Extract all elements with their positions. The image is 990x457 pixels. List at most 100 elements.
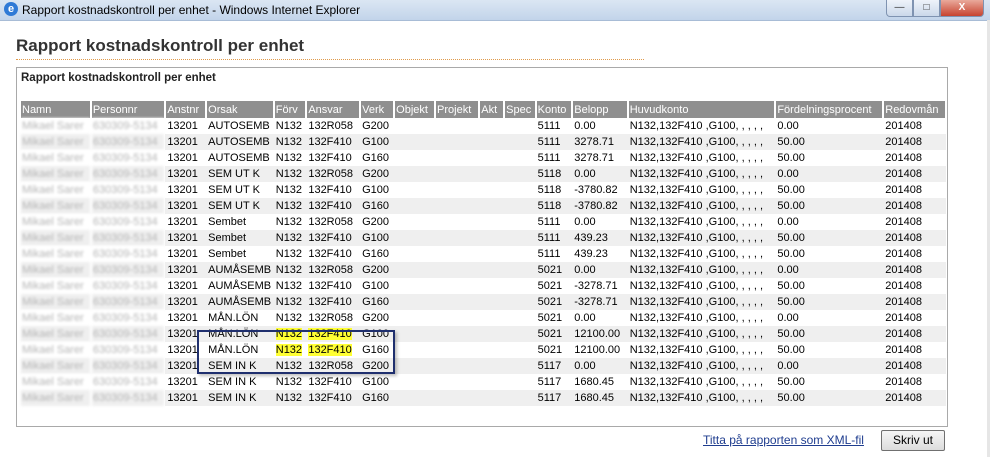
table-cell bbox=[435, 134, 480, 150]
table-cell bbox=[435, 326, 480, 342]
table-row: Mikael Sarer 630309-5134 13201 Sembet N132 13… bbox=[21, 214, 946, 230]
column-header: Anstnr bbox=[165, 101, 208, 118]
table-row: Mikael Sarer 630309-5134 13201 SEM UT K N132… bbox=[21, 198, 946, 214]
window-title: Rapport kostnadskontroll per enhet - Win… bbox=[22, 3, 361, 17]
table-cell: G200 bbox=[360, 262, 395, 278]
column-header: Förv bbox=[273, 101, 308, 118]
table-cell: SEM UT K bbox=[206, 182, 274, 198]
table-cell: 201408 bbox=[883, 326, 946, 342]
window-titlebar: e Rapport kostnadskontroll per enhet - W… bbox=[0, 0, 990, 21]
table-cell bbox=[479, 310, 505, 326]
table-cell bbox=[479, 150, 505, 166]
table-cell: 5111 bbox=[535, 230, 573, 246]
close-button[interactable]: X bbox=[940, 0, 984, 17]
table-cell: 0.00 bbox=[775, 310, 884, 326]
table-cell bbox=[394, 150, 436, 166]
table-cell bbox=[479, 278, 505, 294]
table-cell: 50.00 bbox=[775, 390, 884, 406]
table-cell: N132,132F410 ,G100, , , , , bbox=[627, 358, 776, 374]
table-cell: 201408 bbox=[883, 214, 946, 230]
table-cell: N132 bbox=[273, 342, 307, 358]
column-header: Verk bbox=[360, 101, 396, 118]
table-cell: 132R058 bbox=[306, 358, 361, 374]
table-cell: Mikael Sarer bbox=[21, 262, 91, 278]
table-cell: N132,132F410 ,G100, , , , , bbox=[627, 294, 776, 310]
column-header: Huvudkonto bbox=[627, 101, 777, 118]
maximize-button[interactable]: □ bbox=[913, 0, 940, 17]
highlighted-value: 132F410 bbox=[308, 328, 352, 340]
table-cell: 50.00 bbox=[775, 246, 884, 262]
table-cell: 3278.71 bbox=[572, 134, 628, 150]
table-cell: N132,132F410 ,G100, , , , , bbox=[627, 134, 776, 150]
table-cell: -3278.71 bbox=[572, 278, 628, 294]
table-cell: 630309-5134 bbox=[90, 182, 166, 198]
table-cell: Mikael Sarer bbox=[21, 198, 91, 214]
table-cell: 5117 bbox=[535, 358, 573, 374]
table-cell: 1680.45 bbox=[572, 390, 628, 406]
table-cell bbox=[479, 342, 505, 358]
column-header: Spec bbox=[504, 101, 537, 118]
table-cell bbox=[394, 246, 436, 262]
table-header-row: Namn Personnr Anstnr Orsak Förv Ansvar Verk Obj… bbox=[21, 101, 947, 118]
table-cell: 5021 bbox=[535, 310, 573, 326]
table-cell: SEM IN K bbox=[206, 358, 274, 374]
table-cell bbox=[394, 262, 436, 278]
table-cell bbox=[394, 374, 436, 390]
table-cell bbox=[435, 374, 480, 390]
table-row: Mikael Sarer 630309-5134 13201 SEM UT K N132… bbox=[21, 166, 946, 182]
minimize-button[interactable]: — bbox=[886, 0, 913, 17]
table-cell: G160 bbox=[360, 198, 395, 214]
xml-report-link[interactable]: Titta på rapporten som XML-fil bbox=[703, 433, 864, 447]
table-cell: N132 bbox=[273, 358, 307, 374]
table-cell: 201408 bbox=[883, 358, 946, 374]
table-cell bbox=[504, 214, 536, 230]
table-row: Mikael Sarer 630309-5134 13201 SEM IN K N132… bbox=[21, 358, 946, 374]
table-row: Mikael Sarer 630309-5134 13201 MÅN.LÖN N132 1… bbox=[21, 342, 946, 358]
table-cell: 0.00 bbox=[775, 214, 884, 230]
table-cell: 201408 bbox=[883, 134, 946, 150]
table-cell: 630309-5134 bbox=[90, 150, 166, 166]
table-cell bbox=[394, 358, 436, 374]
table-cell: 132F410 bbox=[306, 294, 361, 310]
table-row: Mikael Sarer 630309-5134 13201 MÅN.LÖN N132 1… bbox=[21, 326, 946, 342]
table-cell: G100 bbox=[360, 326, 395, 342]
column-header: Belopp bbox=[572, 101, 629, 118]
table-cell: 5117 bbox=[535, 374, 573, 390]
column-header: Personnr bbox=[90, 101, 167, 118]
table-cell: 630309-5134 bbox=[90, 262, 166, 278]
table-cell: N132,132F410 ,G100, , , , , bbox=[627, 246, 776, 262]
table-cell: G200 bbox=[360, 214, 395, 230]
page-title: Rapport kostnadskontroll per enhet bbox=[16, 36, 305, 55]
table-cell bbox=[435, 182, 480, 198]
column-header: Ansvar bbox=[306, 101, 362, 118]
table-cell: 630309-5134 bbox=[90, 214, 166, 230]
table-cell bbox=[479, 134, 505, 150]
table-cell bbox=[479, 182, 505, 198]
table-cell: 13201 bbox=[165, 246, 207, 262]
table-cell: 132F410 bbox=[306, 326, 361, 342]
table-cell: 5111 bbox=[535, 118, 573, 134]
table-cell bbox=[504, 262, 536, 278]
table-cell: 630309-5134 bbox=[90, 118, 166, 134]
table-cell: N132 bbox=[273, 246, 307, 262]
print-button[interactable]: Skriv ut bbox=[881, 430, 945, 451]
table-cell bbox=[394, 166, 436, 182]
table-cell: 13201 bbox=[165, 230, 207, 246]
table-cell: 201408 bbox=[883, 342, 946, 358]
table-cell: 132R058 bbox=[306, 166, 361, 182]
table-row: Mikael Sarer 630309-5134 13201 AUMÅSEMB N132… bbox=[21, 278, 946, 294]
table-cell: 13201 bbox=[165, 342, 207, 358]
table-cell: G200 bbox=[360, 118, 395, 134]
table-cell: 5117 bbox=[535, 390, 573, 406]
table-cell bbox=[479, 118, 505, 134]
table-cell bbox=[394, 134, 436, 150]
table-cell bbox=[435, 214, 480, 230]
table-cell bbox=[479, 262, 505, 278]
table-cell: G200 bbox=[360, 358, 395, 374]
table-cell: G160 bbox=[360, 294, 395, 310]
table-cell: 132F410 bbox=[306, 198, 361, 214]
table-cell: -3780.82 bbox=[572, 182, 628, 198]
table-cell: 132F410 bbox=[306, 374, 361, 390]
table-cell: 13201 bbox=[165, 150, 207, 166]
table-cell: 201408 bbox=[883, 198, 946, 214]
